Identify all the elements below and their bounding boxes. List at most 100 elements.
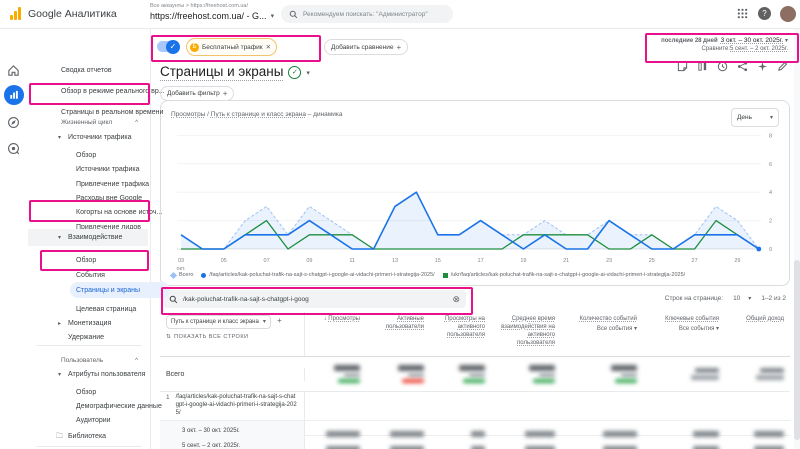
apps-grid-icon[interactable] — [737, 8, 748, 19]
sidebar-item-обзор[interactable]: Обзор — [28, 149, 148, 163]
reports-icon[interactable] — [4, 85, 24, 105]
svg-text:13: 13 — [392, 258, 398, 264]
sidebar-item-аудитории[interactable]: Аудитории — [28, 414, 148, 428]
sidebar-item-привлечение-трафика[interactable]: Привлечение трафика — [28, 178, 149, 192]
obscured-value — [311, 365, 360, 383]
comparison-chip[interactable]: Б Бесплатный трафик ✕ — [186, 38, 278, 56]
sidebar-item-страницы-и-экраны[interactable]: Страницы и экраны — [28, 284, 148, 298]
column-header-6[interactable]: Ключевые события Все события ▾ — [643, 312, 725, 356]
sidebar-item-обзор-в-режиме-реального-вр-[interactable]: Обзор в режиме реального вр... — [28, 85, 165, 99]
search-placeholder: Рекомендуем поискать: "Администратор" — [303, 10, 428, 18]
collapse-section-icon[interactable]: ^ — [135, 354, 138, 368]
column-header-1[interactable]: ↓ Просмотры — [305, 312, 366, 356]
blurred-bar — [469, 373, 485, 377]
total-value-cell — [643, 365, 725, 383]
sidebar-item-label: Страницы и экраны — [76, 287, 140, 294]
sidebar-item-когорты-на-основе-источ-[interactable]: Когорты на основе источ... — [28, 206, 162, 220]
insights-clock-icon[interactable] — [717, 61, 728, 72]
remove-comparison-icon[interactable]: ✕ — [266, 43, 271, 51]
sidebar-item-источники-трафика[interactable]: Источники трафика — [28, 163, 148, 177]
svg-text:25: 25 — [649, 258, 655, 264]
show-all-rows-button[interactable]: ⇅ ПОКАЗАТЬ ВСЕ СТРОКИ — [166, 334, 298, 341]
share-icon[interactable] — [737, 61, 748, 72]
chart-title: Просмотры / Путь к странице и класс экра… — [171, 111, 343, 118]
sidebar-item-удержание[interactable]: Удержание — [28, 331, 148, 345]
notes-icon[interactable] — [677, 61, 688, 72]
table-search-input[interactable]: /kak-poluchat-trafik-na-sajt-s-chatgpt-i… — [163, 290, 466, 308]
column-header-5[interactable]: Количество событий Все события ▾ — [561, 312, 643, 356]
analytics-logo-icon — [10, 7, 21, 20]
home-icon[interactable] — [7, 64, 20, 77]
column-filter-select[interactable]: Все события ▾ — [567, 325, 637, 333]
total-row: Всего — [160, 357, 790, 392]
column-header-4[interactable]: Среднее время взаимодействия на активног… — [491, 312, 561, 356]
sidebar-item-целевая-страница[interactable]: Целевая страница — [28, 303, 148, 317]
caret-down-icon[interactable]: ▾ — [306, 69, 310, 77]
column-header-7[interactable]: Общий доход — [725, 312, 790, 356]
rows-per-page-select[interactable]: 10 ▾ — [733, 295, 751, 302]
total-pin-icon — [169, 271, 178, 279]
sidebar-item-жизненный-цикл[interactable]: Жизненный цикл ^ — [28, 116, 148, 130]
sidebar-item-обзор[interactable]: Обзор — [28, 386, 148, 400]
add-dimension-icon[interactable]: + — [275, 316, 282, 325]
expand-icon[interactable]: ▸ — [58, 317, 61, 331]
column-header-2[interactable]: Активные пользователи — [366, 312, 430, 356]
svg-text:03: 03 — [178, 258, 184, 264]
expand-icon[interactable]: ▾ — [58, 368, 61, 382]
svg-text:07: 07 — [264, 258, 270, 264]
explore-icon[interactable] — [7, 116, 20, 129]
sidebar-item-библиотека[interactable]: 🗀 Библиотека — [28, 430, 148, 444]
add-filter-button[interactable]: Добавить фильтр + — [160, 86, 235, 101]
edit-pencil-icon[interactable] — [777, 61, 788, 72]
scrollbar[interactable] — [794, 28, 800, 449]
global-search-input[interactable]: Рекомендуем поискать: "Администратор" — [281, 5, 453, 23]
sidebar-item-демографические-данные[interactable]: Демографические данные — [28, 400, 162, 414]
obscured-value — [731, 368, 784, 380]
avatar[interactable] — [780, 6, 796, 22]
property-selector[interactable]: https://freehost.com.ua/ - G... ▾ — [150, 11, 274, 21]
comparison-toggle[interactable]: ✓ — [157, 39, 180, 54]
clear-search-icon[interactable]: ⊗ — [452, 294, 460, 305]
sidebar-item-монетизация[interactable]: ▸ Монетизация — [28, 317, 148, 331]
dimension-selector-label: Путь к странице и класс экрана — [171, 319, 259, 325]
sidebar-item-пользователь[interactable]: Пользователь ^ — [28, 354, 148, 368]
advertising-icon[interactable] — [7, 142, 20, 155]
sidebar-item-label: Целевая страница — [76, 306, 137, 313]
add-comparison-button[interactable]: Добавить сравнение + — [324, 39, 409, 55]
show-all-rows-label: ПОКАЗАТЬ ВСЕ СТРОКИ — [174, 334, 249, 341]
row-index: 1 — [166, 394, 170, 401]
library-folder-icon: 🗀 — [56, 433, 63, 440]
sidebar-item-события[interactable]: События — [28, 269, 148, 283]
svg-text:19: 19 — [520, 258, 526, 264]
date-range-selector[interactable]: последние 28 дней 3 окт. – 30 окт. 2025г.… — [661, 37, 788, 52]
sidebar-item-атрибуты-пользователя[interactable]: ▾ Атрибуты пользователя — [28, 368, 148, 382]
scrollbar-thumb[interactable] — [794, 260, 800, 440]
insights-sparkle-icon[interactable] — [757, 61, 768, 72]
sidebar-item-расходы-вне-google[interactable]: Расходы вне Google — [28, 192, 148, 206]
sidebar-item-label: Удержание — [68, 334, 105, 341]
data-quality-check-icon[interactable]: ✓ — [288, 66, 302, 79]
sidebar-item-сводка-отчетов[interactable]: Сводка отчетов — [28, 64, 148, 78]
caret-down-icon: ▾ — [769, 115, 773, 121]
sidebar-item-взаимодействие[interactable]: ▾ Взаимодействие — [28, 231, 148, 245]
caret-down-icon: ▾ — [748, 296, 752, 302]
obscured-value — [436, 365, 485, 383]
collapse-section-icon[interactable]: ^ — [135, 116, 138, 130]
svg-text:05: 05 — [221, 258, 227, 264]
expand-icon[interactable]: ▾ — [58, 231, 61, 245]
brand-title: Google Аналитика — [28, 8, 117, 20]
svg-text:09: 09 — [306, 258, 312, 264]
interval-select[interactable]: День ▾ — [731, 108, 779, 127]
column-header-3[interactable]: Просмотры на активного пользователя — [430, 312, 491, 356]
sidebar-item-обзор[interactable]: Обзор — [28, 254, 148, 268]
column-filter-select[interactable]: Все события ▾ — [649, 325, 719, 333]
sidebar-item-источники-трафика[interactable]: ▾ Источники трафика — [28, 131, 148, 145]
comparison-columns-icon[interactable] — [697, 61, 708, 72]
blurred-bar — [459, 365, 485, 371]
empty-cell — [366, 392, 430, 420]
expand-icon[interactable]: ▾ — [58, 131, 61, 145]
segment-badge-icon: Б — [190, 42, 199, 52]
help-icon[interactable]: ? — [758, 7, 771, 20]
chart-legend: Всего/faq/articles/kak-poluchat-trafik-n… — [169, 271, 685, 279]
dimension-selector[interactable]: Путь к странице и класс экрана ▾ — [166, 315, 271, 330]
